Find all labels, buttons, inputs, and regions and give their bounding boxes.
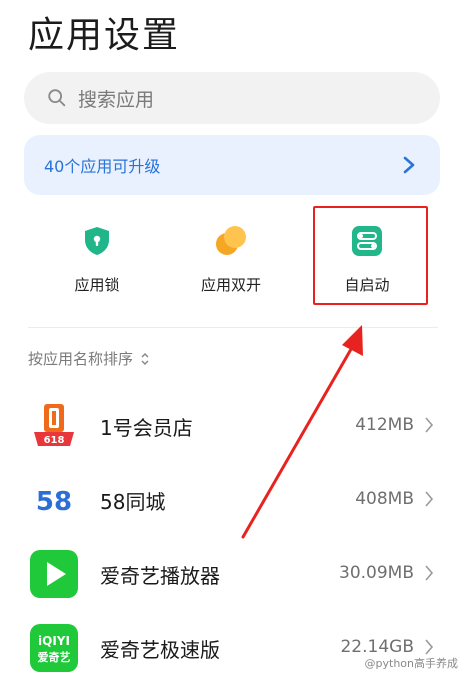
app2-logo-text: 58 <box>36 487 72 517</box>
app-name: 爱奇艺播放器 <box>100 564 220 588</box>
app-icon-1hao: 618 <box>34 404 74 446</box>
chevron-right-icon <box>425 417 434 433</box>
dual-apps-tile[interactable]: 应用双开 <box>166 212 296 307</box>
sort-caret-icon <box>141 352 149 365</box>
app-icon-58: 58 <box>30 476 78 524</box>
app-name: 58同城 <box>100 490 166 514</box>
watermark: @python高手养成 <box>364 657 458 670</box>
sort-label: 按应用名称排序 <box>28 350 134 368</box>
chevron-right-icon <box>425 639 434 655</box>
search-icon <box>48 89 66 107</box>
app-name: 1号会员店 <box>100 416 193 440</box>
app-size: 30.09MB <box>339 563 414 583</box>
app-icon-iqiyi-player <box>30 550 78 598</box>
app1-badge-text: 618 <box>44 435 65 446</box>
search-placeholder: 搜索应用 <box>78 88 155 111</box>
shield-lock-icon <box>85 227 109 255</box>
chevron-right-icon <box>425 565 434 581</box>
highlight-box <box>313 206 428 305</box>
list-item[interactable]: 58 58同城 408MB <box>0 472 466 532</box>
app-lock-label: 应用锁 <box>74 276 120 294</box>
app4-logo-line2: 爱奇艺 <box>38 650 71 664</box>
upgrade-banner-text: 40个应用可升级 <box>44 157 161 176</box>
app-icon-iqiyi-lite: iQIYI 爱奇艺 <box>30 624 78 672</box>
list-item[interactable]: iQIYI 爱奇艺 爱奇艺极速版 22.14GB <box>0 620 466 680</box>
app4-logo-line1: iQIYI <box>38 634 70 648</box>
chevron-right-icon <box>425 491 434 507</box>
list-item[interactable]: 618 1号会员店 412MB <box>0 398 466 458</box>
app-size: 412MB <box>355 415 414 435</box>
upgrade-banner[interactable]: 40个应用可升级 <box>24 135 440 195</box>
search-bar[interactable]: 搜索应用 <box>24 72 440 124</box>
chevron-right-icon <box>403 156 415 174</box>
divider <box>28 327 438 328</box>
sort-selector[interactable]: 按应用名称排序 <box>28 348 151 369</box>
page-title: 应用设置 <box>28 15 181 56</box>
dual-apps-label: 应用双开 <box>200 276 261 294</box>
app-size: 408MB <box>355 489 414 509</box>
app-size: 22.14GB <box>340 637 414 657</box>
app-lock-tile[interactable]: 应用锁 <box>32 212 162 307</box>
dual-circles-icon <box>216 226 246 255</box>
list-item[interactable]: 爱奇艺播放器 30.09MB <box>0 546 466 606</box>
app-name: 爱奇艺极速版 <box>100 638 220 662</box>
